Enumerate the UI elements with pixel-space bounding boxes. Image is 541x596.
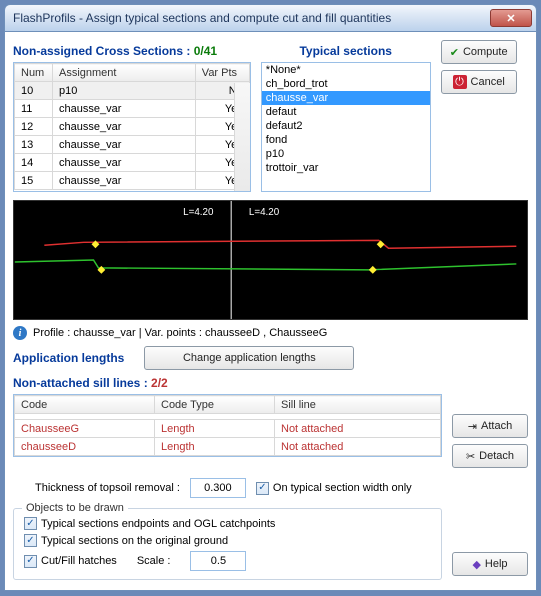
col-assignment[interactable]: Assignment	[53, 64, 196, 82]
col-code-type[interactable]: Code Type	[155, 396, 275, 414]
left-length-label: L=4.20	[183, 207, 214, 218]
power-icon: ⏻	[453, 75, 467, 89]
sill-lines-table[interactable]: Code Code Type Sill line ChausseeG Lengt…	[13, 394, 442, 457]
close-button[interactable]: ✕	[490, 9, 532, 27]
application-lengths-title: Application lengths	[13, 351, 124, 365]
titlebar: FlashProfils - Assign typical sections a…	[4, 4, 537, 32]
window-body: Non-assigned Cross Sections : 0/41 Num A…	[4, 32, 537, 591]
detach-icon: ✂	[466, 450, 475, 463]
list-item[interactable]: chausse_var	[262, 91, 430, 105]
cross-sections-count: 0/41	[194, 44, 217, 58]
objects-to-draw-legend: Objects to be drawn	[22, 502, 128, 514]
table-row[interactable]: 15 chausse_var Yes	[15, 172, 250, 190]
table-row[interactable]: chausseeD Length Not attached	[15, 438, 441, 456]
list-item[interactable]: defaut	[262, 105, 430, 119]
list-item[interactable]: ch_bord_trot	[262, 77, 430, 91]
typical-sections-title: Typical sections	[261, 44, 431, 58]
topsoil-thickness-label: Thickness of topsoil removal :	[35, 482, 180, 494]
check-icon: ✓	[24, 555, 37, 568]
cut-fill-hatches-checkbox[interactable]: ✓ Cut/Fill hatches	[24, 555, 117, 568]
list-item[interactable]: defaut2	[262, 119, 430, 133]
attach-button[interactable]: ⇥ Attach	[452, 414, 528, 438]
profile-info-text: Profile : chausse_var | Var. points : ch…	[33, 327, 327, 339]
window-title: FlashProfils - Assign typical sections a…	[13, 11, 490, 25]
scale-input[interactable]	[190, 551, 246, 571]
check-icon: ✓	[24, 534, 37, 547]
col-code[interactable]: Code	[15, 396, 155, 414]
check-icon: ✓	[256, 482, 269, 495]
table-row[interactable]: 11 chausse_var Yes	[15, 100, 250, 118]
col-num[interactable]: Num	[15, 64, 53, 82]
cross-sections-title: Non-assigned Cross Sections : 0/41	[13, 44, 251, 58]
col-varpts[interactable]: Var Pts	[195, 64, 249, 82]
cancel-button[interactable]: ⏻ Cancel	[441, 70, 517, 94]
table-row[interactable]: 13 chausse_var Yes	[15, 136, 250, 154]
endpoints-checkbox[interactable]: ✓ Typical sections endpoints and OGL cat…	[24, 517, 431, 530]
table-row[interactable]: 10 p10 No	[15, 82, 250, 100]
scale-label: Scale :	[137, 555, 171, 567]
check-icon: ✔	[450, 46, 459, 59]
help-button[interactable]: ◆ Help	[452, 552, 528, 576]
col-sill-line[interactable]: Sill line	[275, 396, 441, 414]
cross-sections-table[interactable]: Num Assignment Var Pts 10 p10 No 11 chau…	[13, 62, 251, 192]
change-application-lengths-button[interactable]: Change application lengths	[144, 346, 354, 370]
table-row[interactable]: 12 chausse_var Yes	[15, 118, 250, 136]
list-item[interactable]: fond	[262, 133, 430, 147]
list-item[interactable]: p10	[262, 147, 430, 161]
profile-viewer[interactable]: L=4.20 L=4.20	[13, 200, 528, 320]
list-item[interactable]: trottoir_var	[262, 161, 430, 175]
original-ground-checkbox[interactable]: ✓ Typical sections on the original groun…	[24, 534, 431, 547]
typical-sections-list[interactable]: *None* ch_bord_trot chausse_var defaut d…	[261, 62, 431, 192]
detach-button[interactable]: ✂ Detach	[452, 444, 528, 468]
sill-lines-count: 2/2	[151, 376, 168, 390]
compute-button[interactable]: ✔ Compute	[441, 40, 517, 64]
table-row[interactable]: 14 chausse_var Yes	[15, 154, 250, 172]
sill-lines-title: Non-attached sill lines : 2/2	[13, 376, 528, 390]
info-icon: i	[13, 326, 27, 340]
list-item[interactable]: *None*	[262, 63, 430, 77]
right-length-label: L=4.20	[249, 207, 280, 218]
table-row[interactable]: ChausseeG Length Not attached	[15, 420, 441, 438]
help-icon: ◆	[472, 558, 480, 571]
topsoil-thickness-input[interactable]	[190, 478, 246, 498]
attach-icon: ⇥	[468, 420, 477, 433]
width-only-checkbox[interactable]: ✓ On typical section width only	[256, 482, 412, 495]
check-icon: ✓	[24, 517, 37, 530]
